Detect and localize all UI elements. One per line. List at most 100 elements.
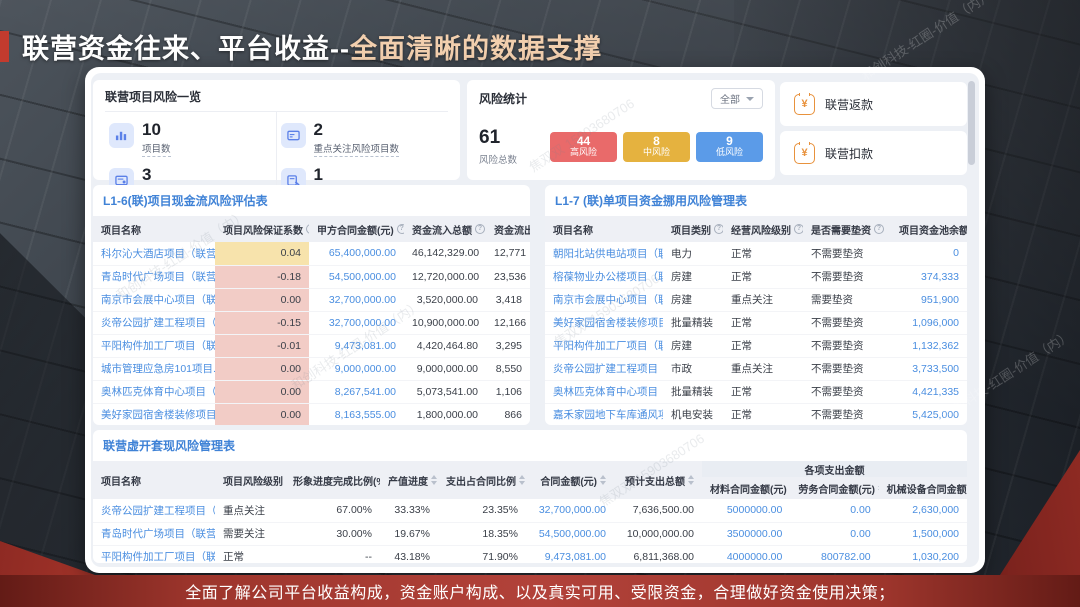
- sort-icon[interactable]: [431, 475, 437, 485]
- action-joint-deduction[interactable]: ¥ 联营扣款: [780, 131, 967, 175]
- table-row[interactable]: 平阳构件加工厂项目（联营）正常--43.18%71.90%9,473,081.0…: [93, 545, 967, 563]
- risk-badge[interactable]: 44高风险: [550, 132, 617, 162]
- table-row[interactable]: 奥林匹克体育中心项目（...0.008,267,541.005,073,541.…: [93, 380, 530, 403]
- vertical-scrollbar-thumb[interactable]: [968, 81, 975, 165]
- info-icon[interactable]: ?: [794, 224, 803, 234]
- project-name-link[interactable]: 青岛时代广场项目（联营）: [93, 522, 215, 545]
- overview-stat[interactable]: 2重点关注风险项目数: [277, 112, 449, 157]
- column-header[interactable]: 项目名称: [93, 216, 215, 242]
- table-row[interactable]: 南京市会展中心项目（联...0.0032,700,000.003,520,000…: [93, 288, 530, 311]
- info-icon[interactable]: ?: [397, 224, 404, 234]
- table-row[interactable]: 炎帝公园扩建工程项目（联...重点关注67.00%33.33%23.35%32,…: [93, 499, 967, 522]
- project-name-link[interactable]: 青岛时代广场项目（联营）: [93, 265, 215, 288]
- column-header[interactable]: 经营风险级别?: [723, 216, 803, 242]
- coefficient-cell: 0.00: [215, 288, 309, 311]
- action-joint-refund[interactable]: ¥ 联营返款: [780, 82, 967, 126]
- project-name-link[interactable]: 南京市会展中心项目（联...: [93, 288, 215, 311]
- inflow-cell: 5,073,541.00: [404, 380, 486, 403]
- project-name-link[interactable]: 奥林匹克体育中心项目（...: [545, 380, 663, 403]
- table-row[interactable]: 青岛时代广场项目（联营）需要关注30.00%19.67%18.35%54,500…: [93, 522, 967, 545]
- project-name-link[interactable]: 南京市会展中心项目（联...: [545, 288, 663, 311]
- risk-badge[interactable]: 9低风险: [696, 132, 763, 162]
- table-row[interactable]: 青岛时代广场项目（联营）-0.1854,500,000.0012,720,000…: [93, 265, 530, 288]
- project-name-link[interactable]: 城市管理应急房101项目...: [93, 357, 215, 380]
- badge-label: 低风险: [716, 148, 743, 158]
- project-name-link[interactable]: 平阳构件加工厂项目（联...: [93, 334, 215, 357]
- column-header[interactable]: 预计支出总额: [614, 461, 702, 499]
- column-header[interactable]: 劳务合同金额(元): [790, 477, 878, 499]
- info-icon[interactable]: ?: [874, 224, 884, 234]
- output-progress-cell: 33.33%: [380, 499, 438, 522]
- risk-badge[interactable]: 8中风险: [623, 132, 690, 162]
- project-name-link[interactable]: 平阳构件加工厂项目（联营）: [93, 545, 215, 563]
- table-row[interactable]: 城市管理应急房101项目...0.009,000,000.009,000,000…: [93, 357, 530, 380]
- output-progress-cell: 19.67%: [380, 522, 438, 545]
- project-name-link[interactable]: 美好家园宿舍楼装修项目...: [93, 403, 215, 425]
- column-header[interactable]: 产值进度: [380, 461, 438, 499]
- column-header[interactable]: 资金流出总额: [486, 216, 530, 242]
- column-header[interactable]: 项目名称: [545, 216, 663, 242]
- table-row[interactable]: 科尔沁大酒店项目（联营）0.0465,400,000.0046,142,329.…: [93, 242, 530, 265]
- false-invoicing-table-title[interactable]: 联营虚开套现风险管理表: [103, 439, 235, 453]
- column-header[interactable]: 是否需要垫资?: [803, 216, 891, 242]
- column-header[interactable]: 支出占合同比例: [438, 461, 526, 499]
- table-row[interactable]: 平阳构件加工厂项目（联...-0.019,473,081.004,420,464…: [93, 334, 530, 357]
- column-header[interactable]: 项目风险保证系数?: [215, 216, 309, 242]
- machinery-contract-cell: 1,500,000: [879, 522, 967, 545]
- sort-icon[interactable]: [790, 483, 791, 493]
- project-name-link[interactable]: 奥林匹克体育中心项目（...: [93, 380, 215, 403]
- outflow-cell: 8,550: [486, 357, 530, 380]
- column-header[interactable]: 项目风险级别: [215, 461, 285, 499]
- risk-level-cell: 正常: [215, 545, 285, 563]
- table-row[interactable]: 奥林匹克体育中心项目（...批量精装正常不需要垫资4,421,335: [545, 380, 967, 403]
- table-row[interactable]: 平阳构件加工厂项目（联...房建正常不需要垫资1,132,362: [545, 334, 967, 357]
- table-row[interactable]: 炎帝公园扩建工程项目（...-0.1532,700,000.0010,900,0…: [93, 311, 530, 334]
- info-icon[interactable]: ?: [306, 224, 309, 234]
- project-name-link[interactable]: 朝阳北站供电站项目（联...: [545, 242, 663, 265]
- contract-amount-cell: 9,000,000.00: [309, 357, 404, 380]
- project-name-link[interactable]: 嘉禾家园地下车库通风项...: [545, 403, 663, 425]
- project-name-link[interactable]: 炎帝公园扩建工程项目（...: [93, 311, 215, 334]
- project-name-link[interactable]: 炎帝公园扩建工程项目（...: [545, 357, 663, 380]
- table-row[interactable]: 嘉禾家园地下车库通风项...机电安装正常不需要垫资5,425,000: [545, 403, 967, 425]
- column-header[interactable]: 项目名称: [93, 461, 215, 499]
- project-name-link[interactable]: 美好家园宿舍楼装修项目...: [545, 311, 663, 334]
- project-name-link[interactable]: 炎帝公园扩建工程项目（联...: [93, 499, 215, 522]
- column-header[interactable]: 机械设备合同金额(元): [879, 477, 967, 499]
- project-name-link[interactable]: 科尔沁大酒店项目（联营）: [93, 242, 215, 265]
- table-row[interactable]: 榕葆物业办公楼项目（联...房建正常不需要垫资374,333: [545, 265, 967, 288]
- table-row[interactable]: 美好家园宿舍楼装修项目...批量精装正常不需要垫资1,096,000: [545, 311, 967, 334]
- table-row[interactable]: 美好家园宿舍楼装修项目...0.008,163,555.001,800,000.…: [93, 403, 530, 425]
- column-header[interactable]: 项目类别?: [663, 216, 723, 242]
- column-header[interactable]: 资金流入总额?: [404, 216, 486, 242]
- info-icon[interactable]: ?: [714, 224, 723, 234]
- sort-icon[interactable]: [688, 475, 694, 485]
- estimated-expense-cell: 7,636,500.00: [614, 499, 702, 522]
- labor-contract-cell: 0.00: [790, 499, 878, 522]
- contract-amount-cell: 8,163,555.00: [309, 403, 404, 425]
- sort-icon[interactable]: [519, 475, 525, 485]
- cashflow-table-title[interactable]: L1-6(联)项目现金流风险评估表: [103, 194, 268, 208]
- fund-misuse-table-title[interactable]: L1-7 (联)单项目资金挪用风险管理表: [555, 194, 747, 208]
- inflow-cell: 12,720,000.00: [404, 265, 486, 288]
- table-header-row: 项目名称项目类别?经营风险级别?是否需要垫资?项目资金池余额(元)(元)?: [545, 216, 967, 242]
- risk-filter-dropdown[interactable]: 全部: [711, 88, 763, 109]
- table-row[interactable]: 南京市会展中心项目（联...房建重点关注需要垫资951,900: [545, 288, 967, 311]
- column-header-label: 项目风险保证系数: [223, 222, 303, 237]
- column-header[interactable]: 甲方合同金额(元)?: [309, 216, 404, 242]
- info-icon[interactable]: ?: [475, 224, 485, 234]
- image-progress-cell: 30.00%: [285, 522, 380, 545]
- table-row[interactable]: 朝阳北站供电站项目（联...电力正常不需要垫资0: [545, 242, 967, 265]
- column-header[interactable]: 合同金额(元): [526, 461, 614, 499]
- project-name-link[interactable]: 平阳构件加工厂项目（联...: [545, 334, 663, 357]
- sort-icon[interactable]: [878, 483, 879, 493]
- table-row[interactable]: 炎帝公园扩建工程项目（...市政重点关注不需要垫资3,733,500: [545, 357, 967, 380]
- bar-chart-icon: [109, 123, 134, 148]
- column-header-label: 产值进度: [388, 473, 428, 488]
- overview-stat[interactable]: 10项目数: [105, 112, 277, 157]
- column-header[interactable]: 形象进度完成比例(%): [285, 461, 380, 499]
- column-header[interactable]: 材料合同金额(元): [702, 477, 790, 499]
- sort-icon[interactable]: [600, 475, 606, 485]
- project-name-link[interactable]: 榕葆物业办公楼项目（联...: [545, 265, 663, 288]
- column-header[interactable]: 项目资金池余额(元)(元)?: [891, 216, 967, 242]
